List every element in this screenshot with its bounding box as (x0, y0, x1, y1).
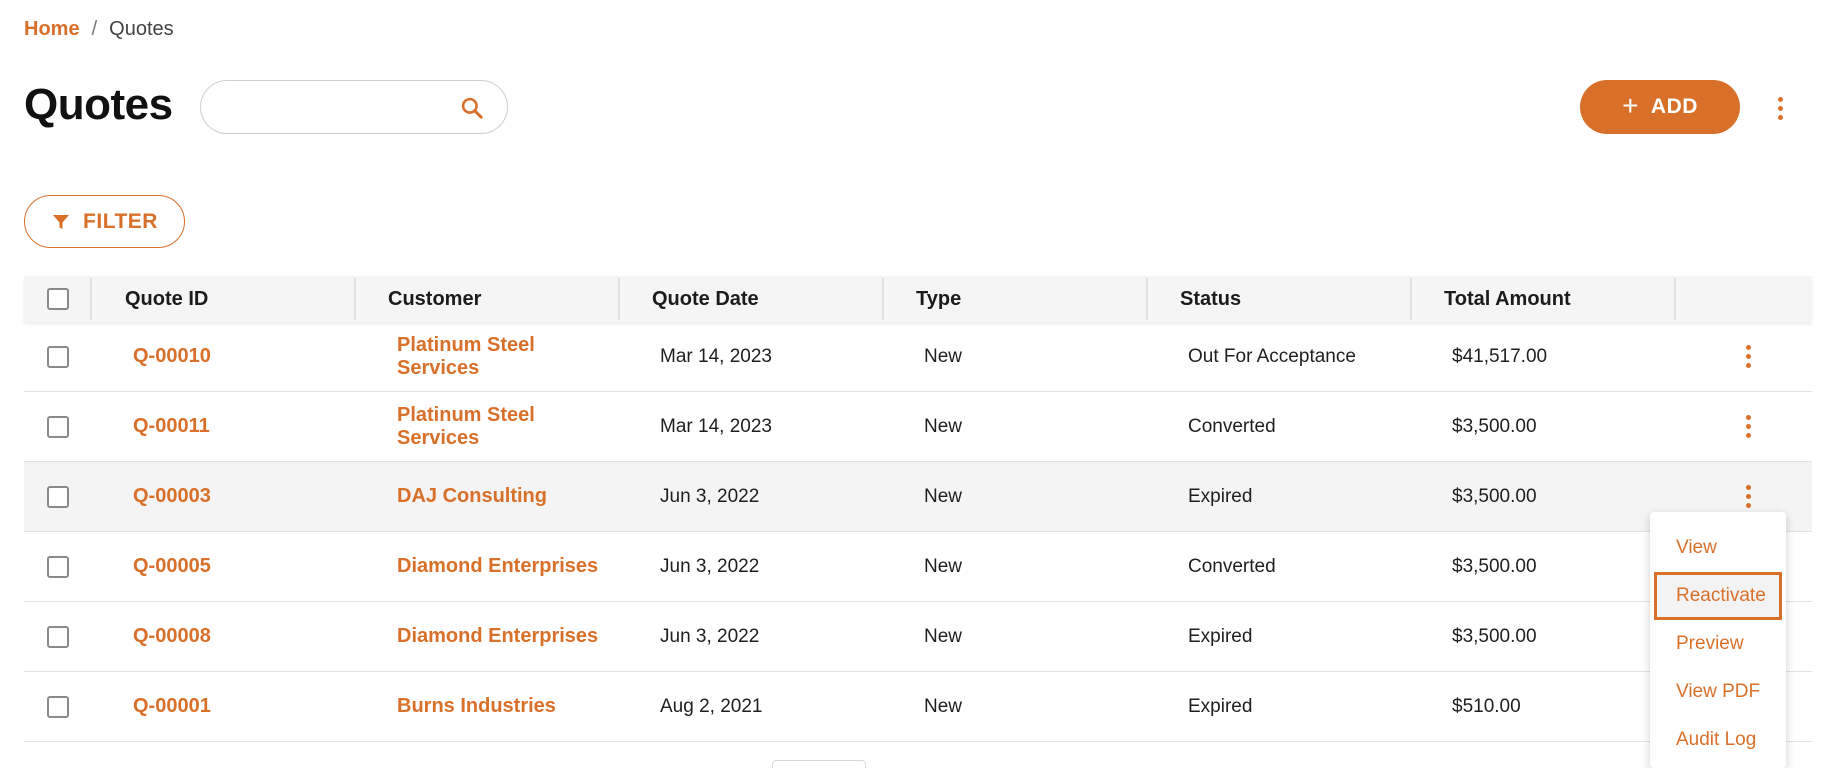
add-button[interactable]: + ADD (1580, 80, 1740, 134)
quote-id-link[interactable]: Q-00005 (133, 555, 211, 578)
quote-id-link[interactable]: Q-00003 (133, 485, 211, 508)
row-actions-menu: View Reactivate Preview View PDF Audit L… (1650, 512, 1786, 768)
search-input[interactable] (219, 81, 459, 133)
menu-item-reactivate[interactable]: Reactivate (1654, 572, 1782, 620)
page-title: Quotes (24, 80, 173, 129)
header-actions (1676, 276, 1812, 322)
header-customer[interactable]: Customer (356, 276, 620, 322)
quote-date-cell: Mar 14, 2023 (660, 345, 772, 367)
quote-id-link[interactable]: Q-00010 (133, 345, 211, 368)
table-row: Q-00003 DAJ Consulting Jun 3, 2022 New E… (24, 462, 1812, 532)
row-checkbox[interactable] (47, 485, 69, 508)
table-row: Q-00001 Burns Industries Aug 2, 2021 New… (24, 672, 1812, 742)
quote-date-cell: Aug 2, 2021 (660, 695, 763, 717)
table-row: Q-00008 Diamond Enterprises Jun 3, 2022 … (24, 602, 1812, 672)
header-checkbox-cell (24, 276, 92, 322)
type-cell: New (924, 415, 963, 437)
total-amount-cell: $3,500.00 (1452, 415, 1537, 437)
header-quote-date-label: Quote Date (652, 287, 759, 310)
total-amount-cell: $3,500.00 (1452, 555, 1537, 577)
row-more-options-icon[interactable] (1736, 341, 1760, 373)
quote-id-link[interactable]: Q-00001 (133, 695, 211, 718)
pagination-control[interactable] (772, 760, 866, 768)
menu-item-preview[interactable]: Preview (1654, 620, 1782, 668)
breadcrumb-separator: / (91, 18, 98, 40)
table-header: Quote ID Customer Quote Date Type Status… (24, 276, 1812, 322)
breadcrumb-current: Quotes (109, 18, 174, 40)
header-status[interactable]: Status (1148, 276, 1412, 322)
search-icon[interactable] (459, 95, 485, 121)
status-cell: Expired (1188, 485, 1253, 507)
row-checkbox[interactable] (47, 695, 69, 718)
add-button-label: ADD (1650, 95, 1698, 118)
customer-link[interactable]: DAJ Consulting (397, 485, 547, 508)
type-cell: New (924, 485, 963, 507)
table-row: Q-00005 Diamond Enterprises Jun 3, 2022 … (24, 532, 1812, 602)
total-amount-cell: $510.00 (1452, 695, 1521, 717)
type-cell: New (924, 555, 963, 577)
header-total-amount[interactable]: Total Amount (1412, 276, 1676, 322)
header-status-label: Status (1180, 287, 1242, 310)
menu-item-view[interactable]: View (1654, 524, 1782, 572)
status-cell: Out For Acceptance (1188, 345, 1356, 367)
type-cell: New (924, 695, 963, 717)
quote-date-cell: Jun 3, 2022 (660, 485, 760, 507)
total-amount-cell: $41,517.00 (1452, 345, 1548, 367)
customer-link[interactable]: Diamond Enterprises (397, 625, 598, 648)
page-more-options-icon[interactable] (1768, 92, 1792, 124)
header-type[interactable]: Type (884, 276, 1148, 322)
quote-date-cell: Jun 3, 2022 (660, 625, 760, 647)
filter-button[interactable]: FILTER (24, 195, 185, 248)
filter-button-label: FILTER (83, 209, 158, 233)
status-cell: Converted (1188, 415, 1276, 437)
row-checkbox[interactable] (47, 345, 69, 368)
total-amount-cell: $3,500.00 (1452, 485, 1537, 507)
row-more-options-icon[interactable] (1736, 481, 1760, 513)
total-amount-cell: $3,500.00 (1452, 625, 1537, 647)
customer-link[interactable]: Platinum Steel Services (397, 334, 620, 380)
status-cell: Expired (1188, 695, 1253, 717)
status-cell: Expired (1188, 625, 1253, 647)
header-type-label: Type (916, 287, 962, 310)
select-all-checkbox[interactable] (47, 288, 69, 310)
search-box (200, 80, 508, 134)
table-row: Q-00011 Platinum Steel Services Mar 14, … (24, 392, 1812, 462)
row-more-options-icon[interactable] (1736, 411, 1760, 443)
table-row: Q-00010 Platinum Steel Services Mar 14, … (24, 322, 1812, 392)
customer-link[interactable]: Platinum Steel Services (397, 404, 620, 450)
menu-item-view-pdf[interactable]: View PDF (1654, 668, 1782, 716)
quotes-table: Quote ID Customer Quote Date Type Status… (24, 276, 1812, 742)
customer-link[interactable]: Burns Industries (397, 695, 556, 718)
row-checkbox[interactable] (47, 555, 69, 578)
quote-date-cell: Jun 3, 2022 (660, 555, 760, 577)
row-checkbox[interactable] (47, 415, 69, 438)
type-cell: New (924, 625, 963, 647)
type-cell: New (924, 345, 963, 367)
header-total-amount-label: Total Amount (1444, 287, 1571, 310)
breadcrumb: Home / Quotes (24, 18, 174, 41)
row-checkbox[interactable] (47, 625, 69, 648)
header-quote-id-label: Quote ID (125, 287, 209, 310)
breadcrumb-home-link[interactable]: Home (24, 18, 80, 41)
header-customer-label: Customer (388, 287, 482, 310)
customer-link[interactable]: Diamond Enterprises (397, 555, 598, 578)
header-quote-id[interactable]: Quote ID (92, 276, 356, 322)
quote-date-cell: Mar 14, 2023 (660, 415, 772, 437)
menu-item-audit-log[interactable]: Audit Log (1654, 716, 1782, 764)
header-quote-date[interactable]: Quote Date (620, 276, 884, 322)
status-cell: Converted (1188, 555, 1276, 577)
plus-icon: + (1622, 89, 1639, 121)
quote-id-link[interactable]: Q-00011 (133, 415, 210, 438)
quote-id-link[interactable]: Q-00008 (133, 625, 211, 648)
funnel-icon (53, 214, 70, 229)
